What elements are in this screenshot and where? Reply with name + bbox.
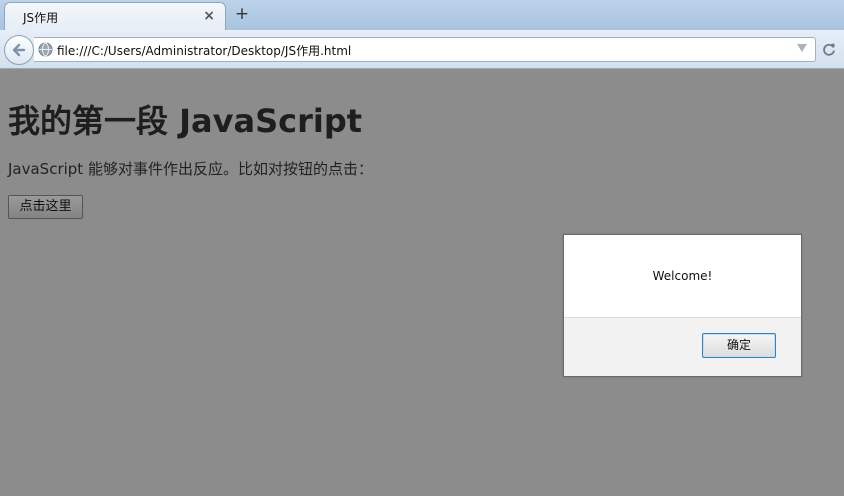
globe-icon [38, 42, 53, 57]
tab-bar: JS作用 × + [0, 0, 844, 30]
address-text[interactable]: file:///C:/Users/Administrator/Desktop/J… [57, 42, 351, 59]
new-tab-icon[interactable]: + [234, 5, 250, 23]
alert-body: Welcome! [564, 235, 801, 318]
click-here-button[interactable]: 点击这里 [8, 195, 83, 219]
address-bar[interactable]: file:///C:/Users/Administrator/Desktop/J… [34, 37, 816, 62]
page-heading: 我的第一段 JavaScript [8, 102, 363, 140]
history-dropdown-icon[interactable] [797, 44, 807, 52]
alert-message: Welcome! [652, 269, 713, 283]
tab-title: JS作用 [23, 11, 59, 25]
close-tab-icon[interactable]: × [203, 7, 215, 25]
navigation-bar: file:///C:/Users/Administrator/Desktop/J… [0, 30, 844, 69]
alert-ok-button[interactable]: 确定 [702, 333, 776, 358]
alert-dialog: Welcome! 确定 [563, 234, 802, 377]
page-paragraph: JavaScript 能够对事件作出反应。比如对按钮的点击： [8, 160, 373, 178]
back-arrow-icon [12, 43, 26, 57]
tab-js[interactable]: JS作用 × [4, 2, 226, 30]
reload-icon[interactable] [822, 42, 836, 56]
back-button[interactable] [4, 35, 34, 65]
